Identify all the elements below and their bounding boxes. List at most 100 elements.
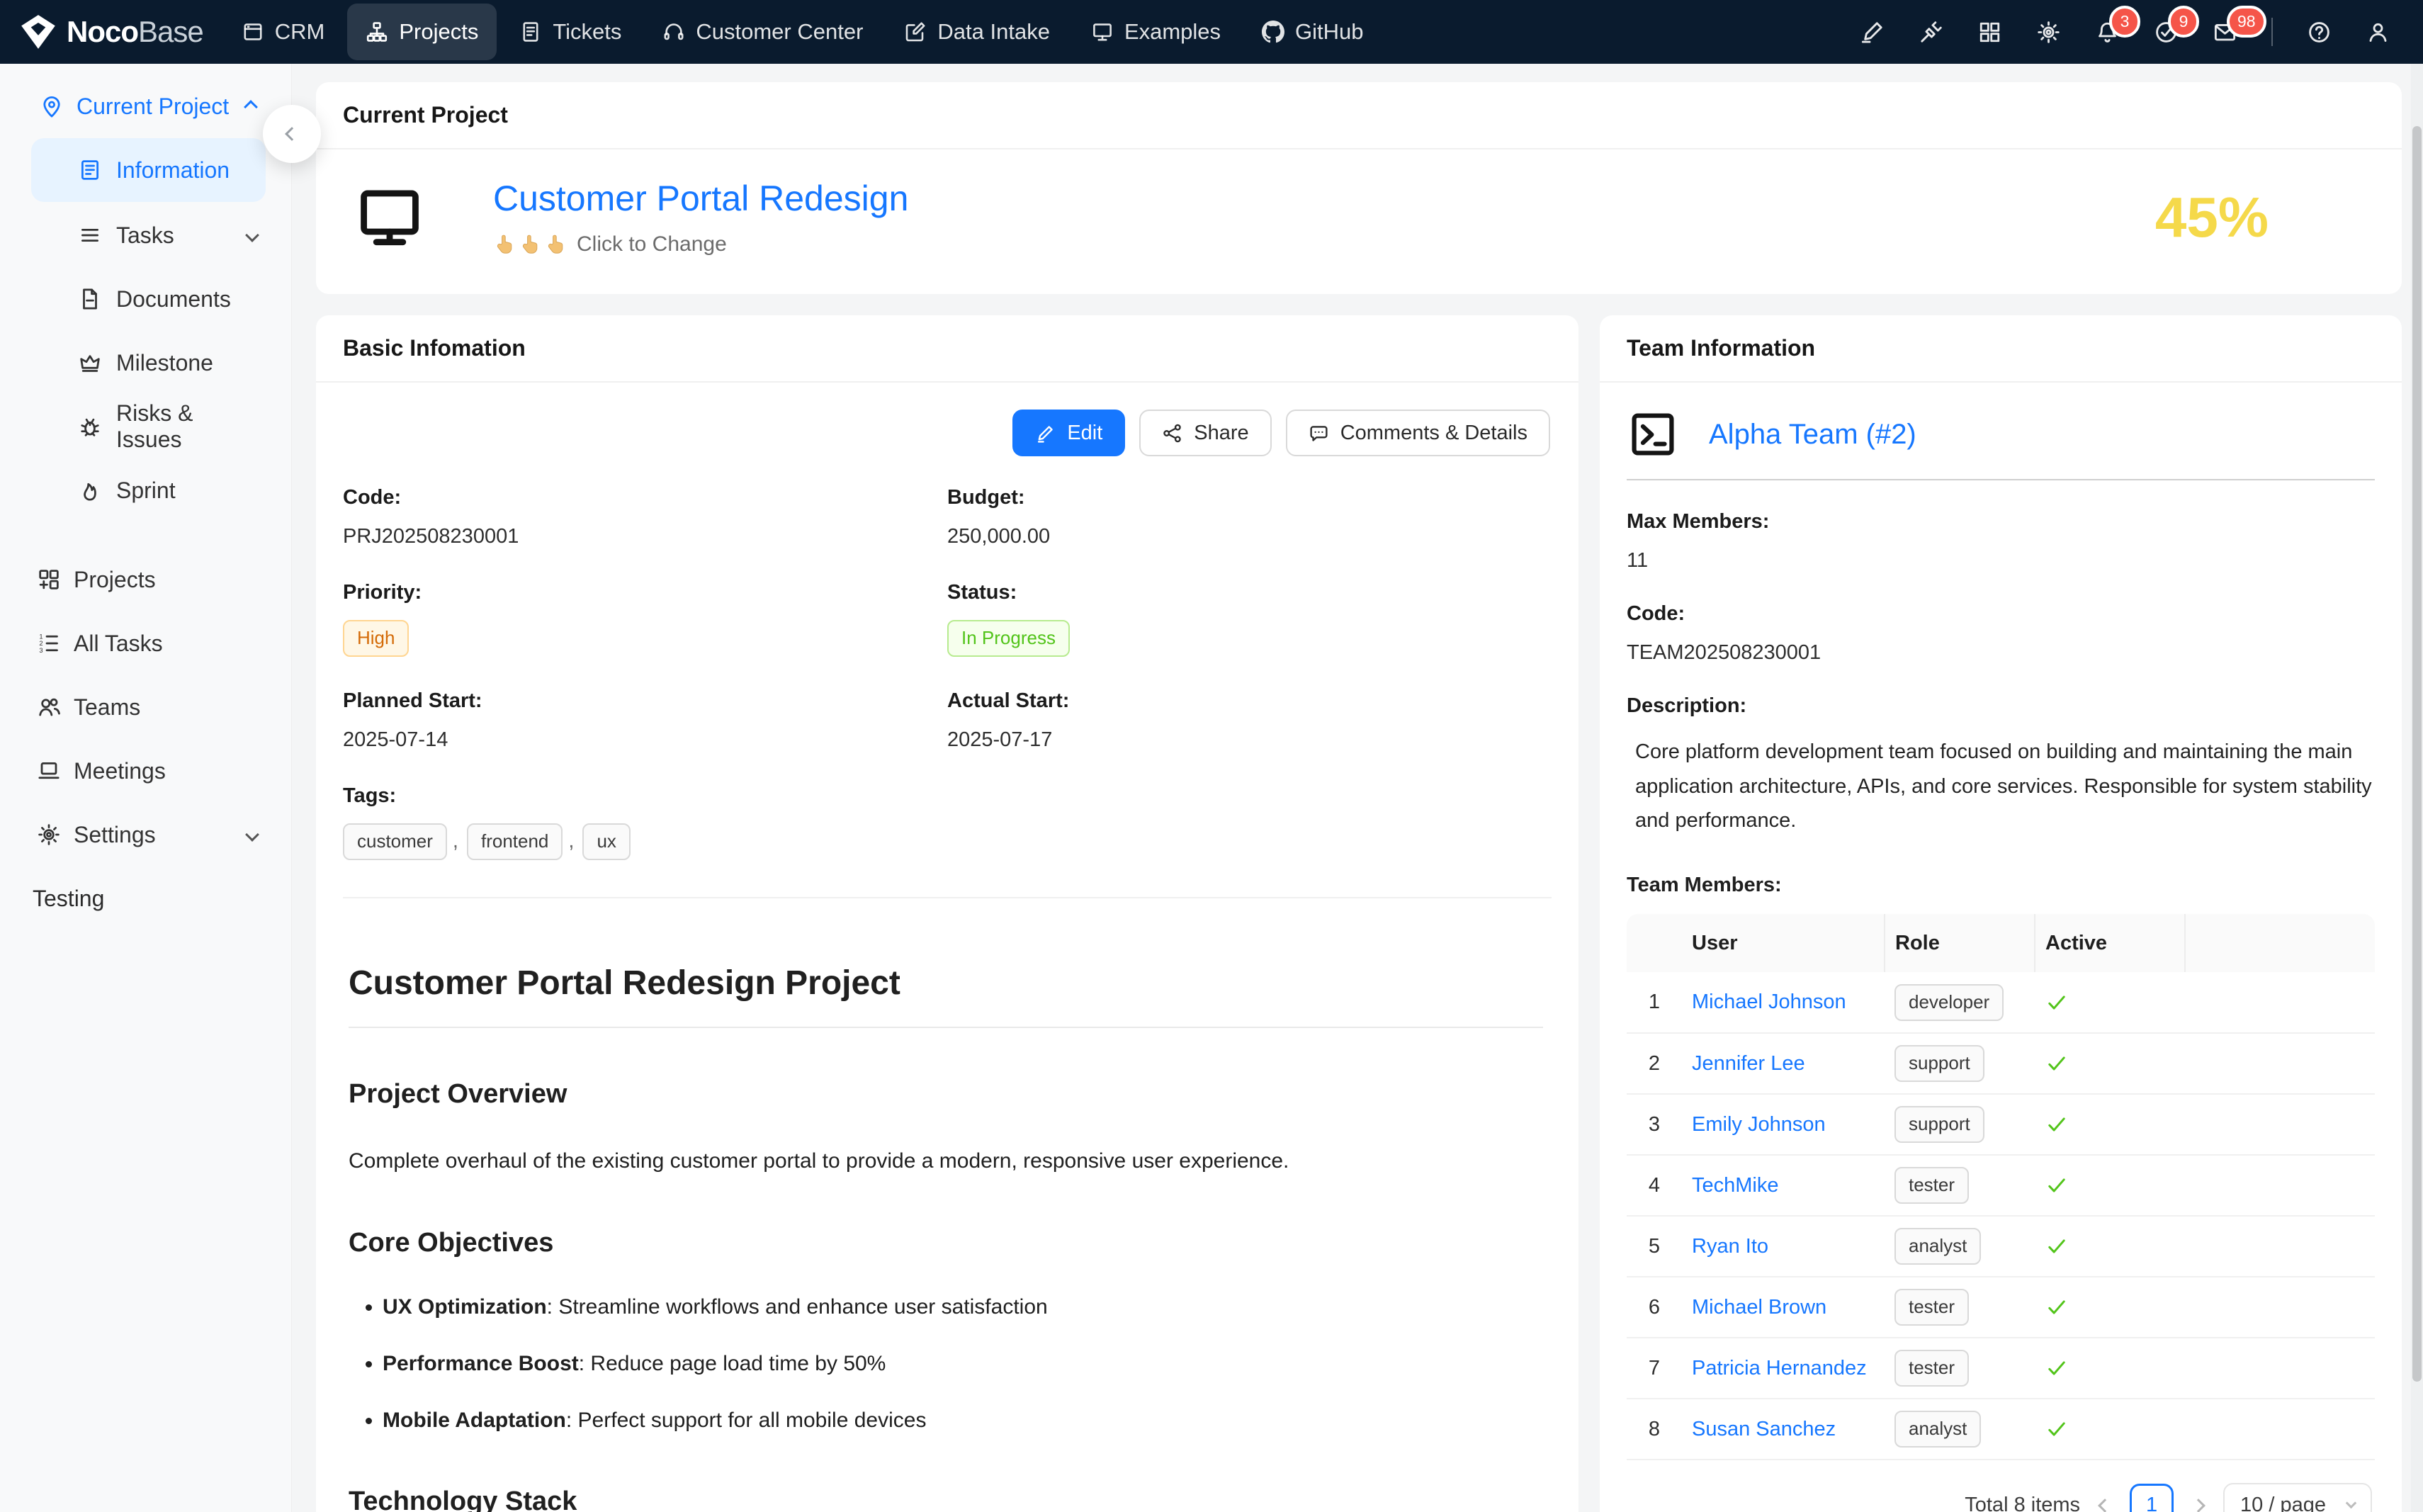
tasks-button[interactable]: 9 [2154,20,2179,45]
gear-icon [2036,20,2061,45]
table-row: 4 TechMike tester [1627,1155,2375,1216]
top-navbar: NocoBase CRM Projects Tickets Customer C… [0,0,2423,64]
sidebar: Current Project Information Tasks Docume… [0,64,292,1512]
nav-item-projects[interactable]: Projects [347,4,497,60]
role-tag: developer [1894,984,2004,1021]
field-value: TEAM202508230001 [1627,641,2375,665]
nav-item-tickets[interactable]: Tickets [501,4,640,60]
nav-item-data-intake[interactable]: Data Intake [886,4,1068,60]
terminal-icon [1630,411,1676,458]
current-project-card: Current Project Customer Portal Redesign… [316,82,2402,294]
user-link[interactable]: TechMike [1692,1174,1779,1197]
plugin-manager-button[interactable] [1919,20,1943,45]
scrollbar-thumb[interactable] [2412,126,2422,1382]
settings-button[interactable] [2036,20,2061,45]
user-link[interactable]: Patricia Hernandez [1692,1357,1867,1380]
sidebar-item-information[interactable]: Information [31,138,266,202]
project-name-link[interactable]: Customer Portal Redesign [493,178,908,219]
nav-item-label: Customer Center [696,19,863,45]
help-button[interactable] [2307,20,2332,45]
nav-item-github[interactable]: GitHub [1243,4,1382,60]
nav-item-customer-center[interactable]: Customer Center [644,4,881,60]
share-button[interactable]: Share [1139,410,1271,456]
table-row: 5 Ryan Ito analyst [1627,1216,2375,1277]
projects-grid-plus-icon [37,568,61,592]
chevron-left-icon [285,127,299,141]
sidebar-item-testing[interactable]: Testing [0,867,291,930]
table-row: 1 Michael Johnson developer [1627,972,2375,1033]
sidebar-item-documents[interactable]: Documents [0,267,291,331]
tickets-icon [519,21,542,43]
location-pin-icon [40,95,64,119]
api-plug-icon [1919,20,1943,45]
sidebar-item-all-tasks[interactable]: All Tasks [0,611,291,675]
sidebar-item-teams[interactable]: Teams [0,675,291,739]
crm-icon [242,21,264,43]
highlighter-icon [1860,20,1885,45]
doc-bullet: UX Optimization: Streamline workflows an… [383,1292,1543,1322]
bullet-text: : Perfect support for all mobile devices [566,1409,927,1432]
sidebar-item-settings[interactable]: Settings [0,803,291,867]
team-name-link[interactable]: Alpha Team (#2) [1709,419,1916,451]
click-to-change-hint[interactable]: Click to Change [493,232,908,257]
nocobase-logo-icon [20,14,57,50]
row-index: 1 [1627,972,1682,1033]
pointing-up-emoji [544,232,567,257]
sidebar-item-projects[interactable]: Projects [0,548,291,611]
sidebar-item-tasks[interactable]: Tasks [0,203,291,267]
user-link[interactable]: Michael Johnson [1692,991,1846,1013]
sidebar-item-label: Information [116,157,230,184]
divider [1627,479,2375,480]
active-check-icon [2045,991,2175,1015]
sidebar-item-milestone[interactable]: Milestone [0,331,291,395]
edit-button[interactable]: Edit [1012,410,1125,456]
doc-heading-stack: Technology Stack [349,1486,1543,1512]
field-value: 2025-07-14 [343,728,947,752]
bullet-lead: UX Optimization [383,1295,547,1319]
user-link[interactable]: Susan Sanchez [1692,1418,1836,1440]
bullet-lead: Mobile Adaptation [383,1409,566,1432]
user-link[interactable]: Emily Johnson [1692,1113,1826,1136]
nav-item-examples[interactable]: Examples [1073,4,1239,60]
apps-switcher-button[interactable] [1977,20,2002,45]
teams-people-icon [37,695,61,719]
notifications-button[interactable]: 3 [2095,20,2120,45]
pagination-total: Total 8 items [1965,1494,2080,1512]
sidebar-item-risks-issues[interactable]: Risks & Issues [0,395,291,458]
chevron-up-icon [244,100,258,114]
chevron-right-icon [2191,1499,2205,1512]
role-tag: support [1894,1045,1984,1082]
comments-details-button[interactable]: Comments & Details [1286,410,1550,456]
column-role: Role [1885,914,2035,972]
nocobase-logo[interactable]: NocoBase [20,14,203,50]
sidebar-group-current-project[interactable]: Current Project [0,81,291,137]
sidebar-item-sprint[interactable]: Sprint [0,458,291,522]
active-check-icon [2045,1295,2175,1319]
page-size-select[interactable]: 10 / page [2223,1483,2372,1512]
nav-item-crm[interactable]: CRM [223,4,344,60]
messages-button[interactable]: 98 [2213,20,2237,45]
sidebar-item-label: All Tasks [74,631,163,657]
tasks-menu-icon [78,223,102,247]
user-link[interactable]: Ryan Ito [1692,1235,1768,1258]
sidebar-item-meetings[interactable]: Meetings [0,739,291,803]
pagination-next-button[interactable] [2193,1501,2203,1511]
field-actual-start: Actual Start: 2025-07-17 [947,689,1552,752]
projects-icon [366,21,388,43]
pagination-prev-button[interactable] [2100,1501,2110,1511]
doc-bullet: Performance Boost: Reduce page load time… [383,1349,1543,1379]
tag-frontend: frontend [467,823,563,860]
card-title: Team Information [1600,315,2402,381]
user-link[interactable]: Jennifer Lee [1692,1052,1805,1075]
sidebar-collapse-button[interactable] [263,105,321,163]
user-menu-button[interactable] [2366,20,2390,45]
row-index: 4 [1627,1155,1682,1216]
pagination-page-1[interactable]: 1 [2130,1484,2174,1512]
ui-editor-button[interactable] [1860,20,1885,45]
field-value: 2025-07-17 [947,728,1552,752]
user-link[interactable]: Michael Brown [1692,1296,1826,1319]
all-tasks-list-icon [37,631,61,655]
field-label: Max Members: [1627,510,2375,534]
active-check-icon [2045,1356,2175,1380]
field-label: Priority: [343,581,947,604]
